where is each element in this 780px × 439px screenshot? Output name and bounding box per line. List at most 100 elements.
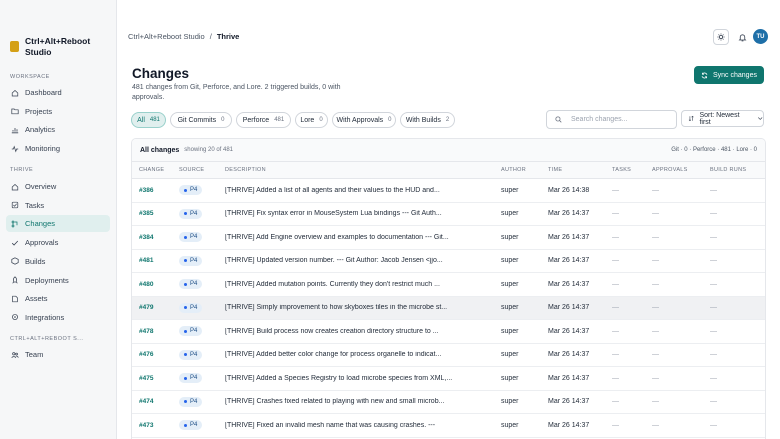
table-row[interactable]: #386 P4 [THRIVE] Added a list of all agent… [132, 179, 765, 203]
change-id-link[interactable]: #476 [139, 351, 153, 358]
change-build-runs: — [710, 210, 717, 218]
source-badge: P4 [179, 255, 203, 266]
sidebar-item-monitoring[interactable]: Monitoring [6, 140, 110, 157]
change-id-link[interactable]: #386 [139, 187, 153, 194]
sidebar-item-builds[interactable]: Builds [6, 253, 110, 270]
breadcrumb-root[interactable]: Ctrl+Alt+Reboot Studio [128, 32, 205, 41]
sidebar-item-overview[interactable]: Overview [6, 178, 110, 195]
change-time: Mar 26 14:38 [548, 186, 590, 194]
sidebar-item-integrations[interactable]: Integrations [6, 309, 110, 326]
change-author: super [501, 374, 519, 382]
filter-chip-lore[interactable]: Lore 0 [295, 112, 328, 128]
sidebar-item-assets[interactable]: Assets [6, 290, 110, 307]
sidebar-item-approvals[interactable]: Approvals [6, 234, 110, 251]
col-approvals[interactable]: APPROVALS [652, 167, 710, 173]
table-row[interactable]: #384 P4 [THRIVE] Add Engine overview and e… [132, 226, 765, 250]
change-id-link[interactable]: #479 [139, 304, 153, 311]
col-tasks[interactable]: TASKS [612, 167, 652, 173]
change-time: Mar 26 14:37 [548, 374, 590, 382]
change-id-link[interactable]: #385 [139, 210, 153, 217]
sort-dropdown[interactable]: Sort: Newest first [681, 110, 764, 127]
change-approvals: — [652, 257, 659, 265]
table-header: CHANGE SOURCE DESCRIPTION AUTHOR TIME TA… [132, 162, 765, 179]
builds-icon [11, 257, 19, 265]
sidebar-item-team[interactable]: Team [6, 346, 110, 363]
home-icon [11, 89, 19, 97]
source-badge: P4 [179, 326, 203, 337]
table-row[interactable]: #481 P4 [THRIVE] Updated version number. -… [132, 250, 765, 273]
sidebar-item-tasks[interactable]: Tasks [6, 197, 110, 214]
filter-chip-all[interactable]: All 481 [131, 112, 166, 128]
changes-icon [11, 220, 19, 228]
table-row[interactable]: #476 P4 [THRIVE] Added better color change… [132, 344, 765, 367]
source-dot-icon [184, 212, 187, 216]
change-time: Mar 26 14:37 [548, 304, 590, 312]
change-author: super [501, 327, 519, 335]
change-id-link[interactable]: #384 [139, 234, 153, 241]
col-change[interactable]: CHANGE [132, 167, 179, 173]
sidebar-item-deployments[interactable]: Deployments [6, 272, 110, 289]
sidebar-item-label: Changes [25, 219, 56, 229]
filter-chip-label: All [137, 116, 145, 124]
sidebar-item-dashboard[interactable]: Dashboard [6, 84, 110, 101]
sync-changes-button[interactable]: Sync changes [694, 66, 764, 84]
change-author: super [501, 351, 519, 359]
change-time: Mar 26 14:37 [548, 327, 590, 335]
col-time[interactable]: TIME [548, 167, 612, 173]
theme-toggle-button[interactable] [713, 29, 729, 45]
tasks-icon [11, 201, 19, 209]
filter-chip-label: Git Commits [177, 116, 217, 124]
table-row[interactable]: #473 P4 [THRIVE] Fixed an invalid mesh nam… [132, 414, 765, 438]
change-id-link[interactable]: #481 [139, 257, 153, 264]
sidebar-item-projects[interactable]: Projects [6, 103, 110, 120]
filter-chip-perforce[interactable]: Perforce 481 [236, 112, 291, 128]
source-badge: P4 [179, 349, 203, 360]
avatar[interactable]: TU [753, 29, 768, 44]
change-tasks: — [612, 304, 619, 312]
change-description: [THRIVE] Fix syntax error in MouseSystem… [225, 210, 442, 218]
sidebar-item-changes[interactable]: Changes [6, 215, 110, 233]
notifications-button[interactable] [734, 29, 750, 45]
change-description: [THRIVE] Add Engine overview and example… [225, 233, 449, 241]
change-id-link[interactable]: #474 [139, 398, 153, 405]
filter-chip-git-commits[interactable]: Git Commits 0 [170, 112, 232, 128]
sync-icon [701, 72, 708, 78]
source-badge: P4 [179, 302, 203, 313]
change-tasks: — [612, 374, 619, 382]
source-badge: P4 [179, 208, 203, 219]
change-description: [THRIVE] Build process now creates creat… [225, 327, 439, 335]
table-row[interactable]: #479 P4 [THRIVE] Simply improvement to how… [132, 296, 765, 320]
monitoring-icon [11, 145, 19, 153]
search-input[interactable]: Search changes... [546, 110, 677, 129]
filter-chip-with-approvals[interactable]: With Approvals 0 [332, 112, 396, 128]
sidebar-item-analytics[interactable]: Analytics [6, 121, 110, 138]
chevron-down-icon [757, 117, 762, 120]
table-row[interactable]: #385 P4 [THRIVE] Fix syntax error in Mouse… [132, 203, 765, 226]
source-dot-icon [184, 235, 187, 239]
brand-name: Ctrl+Alt+Reboot Studio [25, 36, 91, 57]
col-source[interactable]: SOURCE [179, 167, 225, 173]
section-label-studio: CTRL+ALT+REBOOT S... [10, 336, 84, 342]
filter-chip-count: 2 [445, 117, 450, 123]
sidebar-item-label: Projects [25, 106, 53, 116]
change-id-link[interactable]: #478 [139, 328, 153, 335]
change-id-link[interactable]: #473 [139, 422, 153, 429]
change-id-link[interactable]: #475 [139, 375, 153, 382]
table-row[interactable]: #474 P4 [THRIVE] Crashes fixed related to … [132, 391, 765, 414]
table-row[interactable]: #478 P4 [THRIVE] Build process now creates… [132, 320, 765, 344]
change-tasks: — [612, 327, 619, 335]
col-description[interactable]: DESCRIPTION [225, 167, 501, 173]
sidebar-item-label: Builds [25, 256, 46, 266]
brand[interactable]: Ctrl+Alt+Reboot Studio [10, 36, 110, 58]
change-time: Mar 26 14:37 [548, 280, 590, 288]
source-label: P4 [190, 351, 198, 358]
col-author[interactable]: AUTHOR [501, 167, 548, 173]
change-approvals: — [652, 351, 659, 359]
col-build-runs[interactable]: BUILD RUNS [710, 167, 765, 173]
source-dot-icon [184, 282, 187, 286]
table-row[interactable]: #480 P4 [THRIVE] Added mutation points. Cu… [132, 273, 765, 297]
filter-chip-with-builds[interactable]: With Builds 2 [400, 112, 455, 128]
source-label: P4 [190, 234, 198, 241]
change-id-link[interactable]: #480 [139, 281, 153, 288]
table-row[interactable]: #475 P4 [THRIVE] Added a Species Registry … [132, 367, 765, 391]
